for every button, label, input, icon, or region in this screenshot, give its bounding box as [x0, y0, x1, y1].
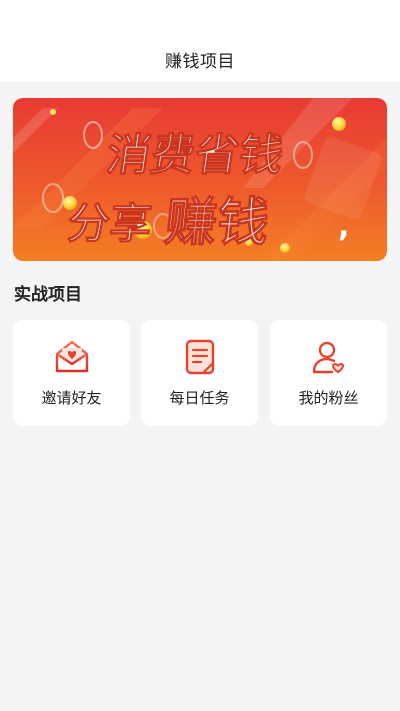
- fans-user-heart-icon: [312, 341, 344, 374]
- card-daily-tasks[interactable]: 每日任务: [141, 320, 258, 426]
- banner-stripe: [13, 108, 58, 153]
- banner-headline-line2-part1: 分享: [65, 199, 154, 248]
- banner-headline-line2-part2: 赚钱: [162, 193, 272, 253]
- coin-icon: [280, 243, 290, 253]
- banner-headline-comma: ,: [338, 209, 349, 244]
- card-invite-friends[interactable]: 邀请好友: [13, 320, 130, 426]
- coin-icon: [332, 117, 346, 131]
- card-label: 每日任务: [169, 389, 230, 407]
- sparkle-icon: [50, 109, 56, 115]
- card-my-fans[interactable]: 我的粉丝: [270, 320, 387, 426]
- promo-banner[interactable]: 消费省钱 分享 赚钱 ,: [13, 98, 387, 261]
- fingerprint-icon: [83, 121, 103, 149]
- banner-artwork: 消费省钱 分享 赚钱 ,: [13, 98, 387, 261]
- project-cards: 邀请好友 每日任务 我的粉丝: [13, 320, 387, 426]
- card-label: 邀请好友: [41, 389, 102, 407]
- card-label: 我的粉丝: [298, 389, 359, 407]
- invite-envelope-heart-icon: [55, 340, 89, 373]
- banner-headline-line1: 消费省钱: [103, 130, 286, 181]
- section-title: 实战项目: [14, 285, 82, 305]
- top-header: 赚钱项目: [0, 0, 400, 82]
- page-title: 赚钱项目: [165, 52, 235, 72]
- daily-task-document-icon: [185, 339, 215, 375]
